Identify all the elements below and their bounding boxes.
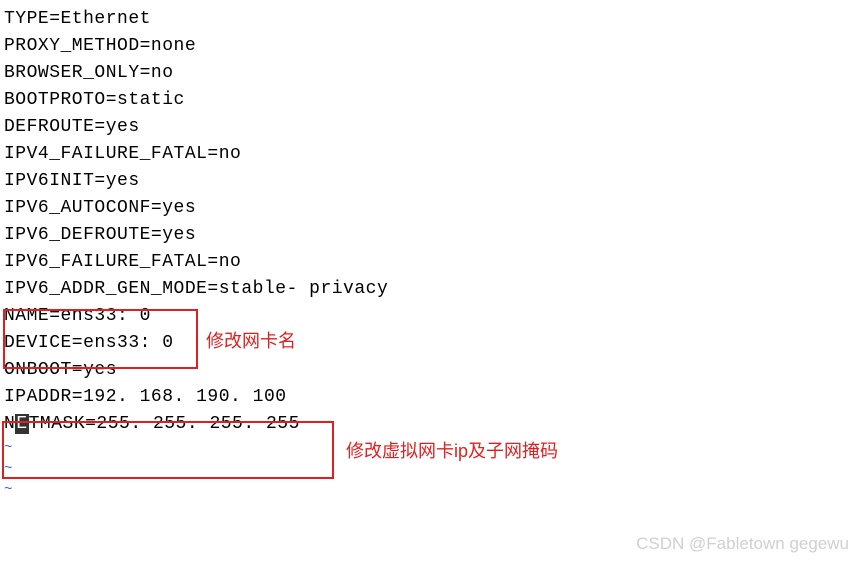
config-line: BROWSER_ONLY=no [4, 60, 863, 87]
config-line: IPV6_FAILURE_FATAL=no [4, 249, 863, 276]
vim-tilde: ~ [4, 480, 863, 501]
config-line: TYPE=Ethernet [4, 6, 863, 33]
annotation-label-nicname: 修改网卡名 [206, 328, 296, 355]
config-line: IPV6_ADDR_GEN_MODE=stable- privacy [4, 276, 863, 303]
config-line: IPV6_DEFROUTE=yes [4, 222, 863, 249]
annotation-label-ipmask: 修改虚拟网卡ip及子网掩码 [346, 438, 558, 465]
config-line: PROXY_METHOD=none [4, 33, 863, 60]
config-line: BOOTPROTO=static [4, 87, 863, 114]
config-line: DEFROUTE=yes [4, 114, 863, 141]
config-line: IPV6INIT=yes [4, 168, 863, 195]
annotation-box-nicname [3, 309, 198, 369]
annotation-box-ipmask [2, 421, 334, 479]
config-line: IPADDR=192. 168. 190. 100 [4, 384, 863, 411]
config-line: IPV6_AUTOCONF=yes [4, 195, 863, 222]
watermark-text: CSDN @Fabletown gegewu [636, 531, 849, 557]
config-line: IPV4_FAILURE_FATAL=no [4, 141, 863, 168]
